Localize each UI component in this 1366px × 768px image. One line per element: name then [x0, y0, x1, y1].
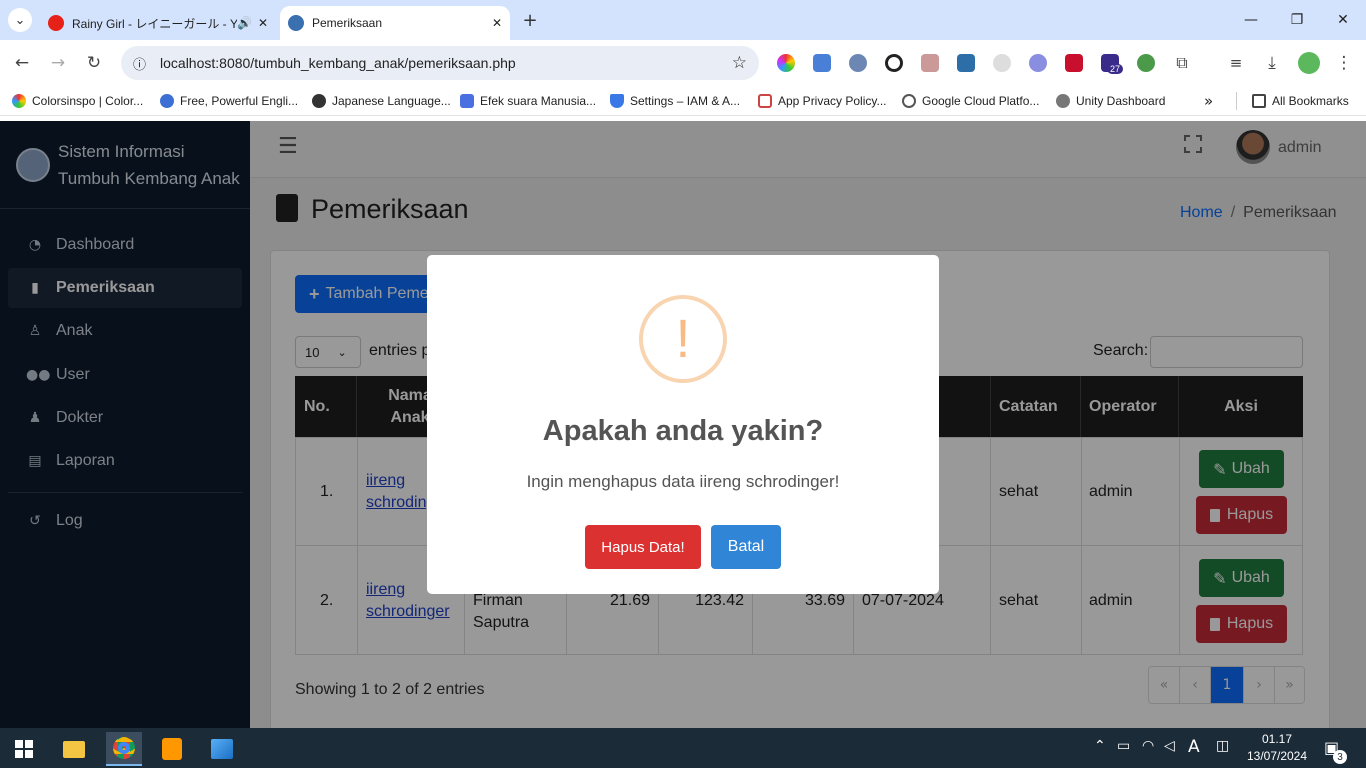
cancel-button[interactable]: Batal: [711, 525, 781, 569]
bookmark-item[interactable]: Free, Powerful Engli...: [160, 92, 298, 110]
address-bar[interactable]: ⓘ localhost:8080/tumbuh_kembang_anak/pem…: [121, 46, 759, 80]
extension-icon[interactable]: [957, 54, 975, 72]
extension-badge: 27: [1107, 64, 1124, 74]
folder-icon: [1252, 94, 1266, 108]
bookmark-item[interactable]: App Privacy Policy...: [758, 92, 886, 110]
translate-extension-icon[interactable]: [813, 54, 831, 72]
bookmark-label: Japanese Language...: [332, 94, 451, 108]
shield-icon: [610, 94, 624, 108]
extension-icon[interactable]: [921, 54, 939, 72]
bookmark-label: Unity Dashboard: [1076, 94, 1166, 108]
puzzle-extensions-icon[interactable]: ⧉: [1170, 52, 1194, 74]
bookmark-item[interactable]: Colorsinspo | Color...: [12, 92, 143, 110]
bookmark-favicon-icon: [12, 94, 26, 108]
menu-kebab-icon[interactable]: ⋮: [1332, 52, 1356, 74]
tab-title: Rainy Girl - レイニーガール - Yo: [72, 16, 237, 31]
keyboard-layout-icon[interactable]: ◫: [1216, 738, 1229, 754]
dialog-title: Apakah anda yakin?: [542, 415, 824, 447]
dialog-message: Ingin menghapus data iireng schrodinger!: [526, 472, 840, 491]
bookmark-favicon-icon: [312, 94, 326, 108]
bookmark-item[interactable]: Google Cloud Platfo...: [902, 92, 1039, 110]
site-favicon-icon: [288, 15, 304, 31]
all-bookmarks-label: All Bookmarks: [1272, 94, 1349, 108]
back-arrow-icon[interactable]: ←: [10, 52, 34, 74]
warning-icon: !: [639, 295, 727, 383]
notification-count-badge: 3: [1333, 750, 1347, 764]
extension-icon[interactable]: [993, 54, 1011, 72]
download-icon[interactable]: ⤓: [1260, 52, 1284, 74]
warning-glyph: !: [675, 309, 691, 369]
forward-arrow-icon[interactable]: →: [46, 52, 70, 74]
extension-icon[interactable]: [1065, 54, 1083, 72]
bookmarks-divider: [1236, 92, 1237, 110]
windows-start-icon[interactable]: [6, 732, 42, 766]
battery-icon[interactable]: ▭: [1117, 738, 1130, 754]
close-tab-icon[interactable]: ✕: [258, 16, 268, 30]
bookmark-star-icon[interactable]: ☆: [732, 53, 747, 73]
bookmark-label: Google Cloud Platfo...: [922, 94, 1040, 108]
bookmark-item[interactable]: Settings – IAM & A...: [610, 92, 740, 110]
modal-backdrop-sidebar[interactable]: [0, 121, 250, 728]
bookmark-label: Free, Powerful Engli...: [180, 94, 299, 108]
sublime-text-icon[interactable]: [154, 732, 190, 766]
close-tab-icon[interactable]: ✕: [492, 16, 502, 30]
tab-youtube[interactable]: Rainy Girl - レイニーガール - Yo 🔊 ✕: [40, 6, 276, 40]
bookmark-favicon-icon: [758, 94, 772, 108]
restore-icon[interactable]: ❐: [1274, 8, 1320, 32]
reload-icon[interactable]: ↻: [82, 52, 106, 74]
extension-icon[interactable]: [1137, 54, 1155, 72]
tray-chevron-up-icon[interactable]: ⌃: [1094, 738, 1106, 754]
site-info-icon[interactable]: ⓘ: [133, 54, 146, 73]
tab-title: Pemeriksaan: [312, 16, 383, 30]
confirm-delete-button[interactable]: Hapus Data!: [585, 525, 701, 569]
volume-icon[interactable]: ◁: [1164, 738, 1175, 754]
clock[interactable]: 01.17 13/07/2024: [1246, 731, 1308, 765]
wifi-icon[interactable]: ◠: [1142, 738, 1154, 754]
clock-time: 01.17: [1261, 732, 1293, 746]
bookmark-label: App Privacy Policy...: [778, 94, 887, 108]
clock-date: 13/07/2024: [1246, 749, 1308, 763]
url-text: localhost:8080/tumbuh_kembang_anak/pemer…: [160, 55, 516, 71]
close-window-icon[interactable]: ✕: [1320, 8, 1366, 32]
color-extension-icon[interactable]: [777, 54, 795, 72]
bookmark-item[interactable]: Unity Dashboard: [1056, 92, 1165, 110]
all-bookmarks[interactable]: All Bookmarks: [1252, 92, 1349, 110]
tab-pemeriksaan[interactable]: Pemeriksaan ✕: [280, 6, 510, 40]
extension-icon[interactable]: [849, 54, 867, 72]
bookmark-label: Settings – IAM & A...: [630, 94, 741, 108]
chrome-taskbar-icon[interactable]: [106, 732, 142, 766]
speaker-icon: 🔊: [236, 16, 252, 30]
media-queue-icon[interactable]: ≡: [1224, 52, 1248, 74]
photos-app-icon[interactable]: [204, 732, 240, 766]
bookmarks-overflow-icon[interactable]: »: [1204, 92, 1213, 110]
new-tab-plus-icon[interactable]: +: [518, 8, 542, 32]
file-explorer-icon[interactable]: [56, 732, 92, 766]
settings-gear-extension-icon[interactable]: [1029, 54, 1047, 72]
bookmark-favicon-icon: [460, 94, 474, 108]
youtube-icon: [48, 15, 64, 31]
extension-icon[interactable]: [885, 54, 903, 72]
bookmark-favicon-icon: [160, 94, 174, 108]
bookmark-favicon-icon: [902, 94, 916, 108]
profile-avatar[interactable]: [1298, 52, 1320, 74]
minimize-icon[interactable]: —: [1228, 8, 1274, 32]
input-language-icon[interactable]: A: [1188, 737, 1200, 757]
bookmark-item[interactable]: Japanese Language...: [312, 92, 451, 110]
bookmark-label: Colorsinspo | Color...: [32, 94, 144, 108]
tab-search-chevron-icon[interactable]: ⌄: [8, 8, 32, 32]
bookmark-favicon-icon: [1056, 94, 1070, 108]
bookmark-item[interactable]: Efek suara Manusia...: [460, 92, 596, 110]
bookmark-label: Efek suara Manusia...: [480, 94, 597, 108]
